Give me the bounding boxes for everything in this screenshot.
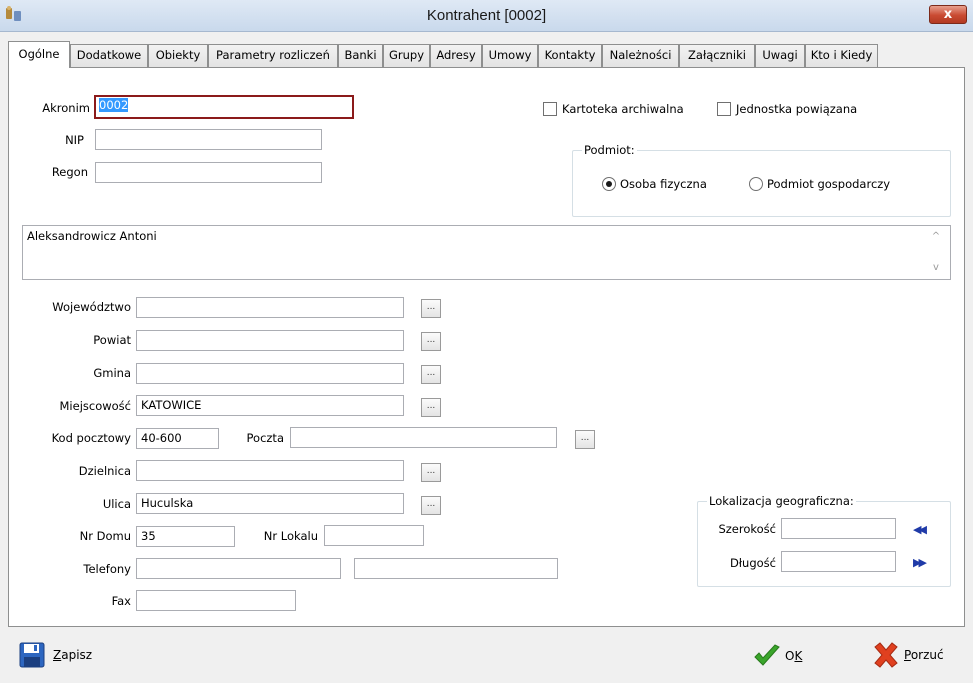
akronim-value: 0002 [99, 98, 129, 112]
save-icon [19, 642, 45, 668]
osoba-fizyczna-label: Osoba fizyczna [620, 177, 707, 191]
kod-pocztowy-label: Kod pocztowy [51, 431, 131, 445]
nr-domu-input[interactable]: 35 [136, 526, 235, 547]
nr-lokalu-input[interactable] [324, 525, 424, 546]
regon-label: Regon [51, 165, 88, 179]
poczta-browse-button[interactable]: ... [575, 430, 595, 449]
akronim-input[interactable]: 0002 [94, 95, 354, 119]
tab-grupy[interactable]: Grupy [383, 44, 430, 67]
dzielnica-label: Dzielnica [78, 464, 131, 478]
kartoteka-label: Kartoteka archiwalna [562, 102, 684, 116]
tab-uwagi[interactable]: Uwagi [755, 44, 805, 67]
ok-mnemonic: K [794, 649, 803, 663]
szerokosc-input[interactable] [781, 518, 896, 539]
nazwa-textarea[interactable]: Aleksandrowicz Antoni [22, 225, 951, 280]
fax-label: Fax [111, 594, 131, 608]
gmina-label: Gmina [93, 366, 131, 380]
tab-parametry-rozliczen[interactable]: Parametry rozliczeń [208, 44, 338, 67]
tab-kto-i-kiedy[interactable]: Kto i Kiedy [805, 44, 878, 67]
miejscowosc-input[interactable]: KATOWICE [136, 395, 404, 416]
wojewodztwo-label: Województwo [52, 300, 131, 314]
podmiot-title: Podmiot: [582, 143, 637, 157]
geo-title: Lokalizacja geograficzna: [707, 494, 856, 508]
miejscowosc-label: Miejscowość [59, 399, 132, 413]
regon-input[interactable] [95, 162, 322, 183]
geo-group [697, 501, 951, 587]
window-title: Kontrahent [0002] [426, 7, 547, 24]
nr-lokalu-label: Nr Lokalu [263, 529, 318, 543]
tab-adresy[interactable]: Adresy [430, 44, 482, 67]
ok-button[interactable]: OK [753, 643, 802, 669]
scroll-up-icon[interactable]: ^ [930, 231, 942, 242]
telefony-input-1[interactable] [136, 558, 341, 579]
podmiot-gospodarczy-radio[interactable] [749, 177, 763, 191]
nip-input[interactable] [95, 129, 322, 150]
forward-icon[interactable]: ▶▶ [913, 556, 927, 569]
porzuc-label: orzuć [910, 648, 944, 662]
dlugosc-input[interactable] [781, 551, 896, 572]
nr-domu-label: Nr Domu [79, 529, 131, 543]
telefony-label: Telefony [83, 562, 131, 576]
osoba-fizyczna-radio[interactable] [602, 177, 616, 191]
close-button[interactable]: x [929, 5, 967, 24]
close-icon: x [943, 7, 953, 22]
ulica-label: Ulica [102, 497, 131, 511]
dzielnica-input[interactable] [136, 460, 404, 481]
gmina-input[interactable] [136, 363, 404, 384]
rewind-icon[interactable]: ◀◀ [913, 523, 927, 536]
porzuc-mnemonic: P [904, 648, 911, 662]
tab-umowy[interactable]: Umowy [482, 44, 538, 67]
tab-naleznosci[interactable]: Należności [602, 44, 679, 67]
poczta-label: Poczta [246, 431, 284, 445]
poczta-input[interactable] [290, 427, 557, 448]
dlugosc-label: Długość [729, 556, 776, 570]
podmiot-gospodarczy-label: Podmiot gospodarczy [767, 177, 891, 191]
powiat-browse-button[interactable]: ... [421, 332, 441, 351]
tab-obiekty[interactable]: Obiekty [148, 44, 208, 67]
kod-pocztowy-input[interactable]: 40-600 [136, 428, 219, 449]
jednostka-checkbox[interactable] [717, 102, 731, 116]
tab-ogolne[interactable]: Ogólne [8, 41, 70, 68]
tab-kontakty[interactable]: Kontakty [538, 44, 602, 67]
title-bar: Kontrahent [0002] x [0, 0, 973, 32]
zapisz-button[interactable]: Zapisz [19, 642, 92, 668]
check-icon [754, 644, 780, 666]
szerokosc-label: Szerokość [718, 522, 776, 536]
tab-dodatkowe[interactable]: Dodatkowe [70, 44, 148, 67]
akronim-label: Akronim [42, 101, 90, 115]
jednostka-label: Jednostka powiązana [736, 102, 858, 116]
wojewodztwo-browse-button[interactable]: ... [421, 299, 441, 318]
miejscowosc-browse-button[interactable]: ... [421, 398, 441, 417]
cancel-icon [874, 642, 898, 668]
powiat-label: Powiat [93, 333, 131, 347]
kartoteka-checkbox[interactable] [543, 102, 557, 116]
nip-label: NIP [65, 133, 84, 147]
ulica-browse-button[interactable]: ... [421, 496, 441, 515]
tab-zalaczniki[interactable]: Załączniki [679, 44, 755, 67]
dzielnica-browse-button[interactable]: ... [421, 463, 441, 482]
porzuc-button[interactable]: Porzuć [872, 642, 944, 668]
zapisz-mnemonic: Z [53, 648, 62, 662]
scroll-down-icon[interactable]: v [930, 262, 942, 273]
zapisz-label: apisz [61, 648, 93, 662]
wojewodztwo-input[interactable] [136, 297, 404, 318]
tab-banki[interactable]: Banki [338, 44, 383, 67]
ulica-input[interactable]: Huculska [136, 493, 404, 514]
nazwa-value: Aleksandrowicz Antoni [27, 229, 157, 243]
fax-input[interactable] [136, 590, 296, 611]
gmina-browse-button[interactable]: ... [421, 365, 441, 384]
powiat-input[interactable] [136, 330, 404, 351]
telefony-input-2[interactable] [354, 558, 558, 579]
